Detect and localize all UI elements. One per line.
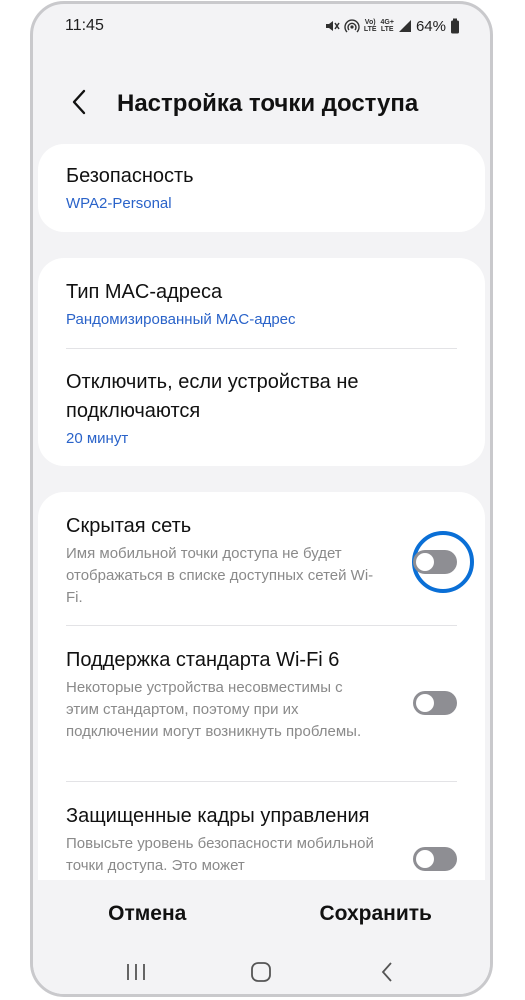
back-button[interactable] — [59, 84, 99, 124]
hidden-network-title: Скрытая сеть — [66, 515, 192, 537]
wifi6-setting[interactable]: Поддержка стандарта Wi-Fi 6 Некоторые ус… — [66, 646, 385, 743]
timeout-setting[interactable]: Отключить, если устройства не подключают… — [66, 368, 457, 450]
security-card: Безопасность WPA2-Personal — [38, 144, 485, 232]
pmf-toggle[interactable] — [413, 847, 457, 871]
divider — [66, 348, 457, 349]
hidden-network-description: Имя мобильной точки доступа не будет ото… — [66, 545, 374, 606]
back-nav-button[interactable] — [357, 954, 417, 994]
volte-icon: Vo) LTE — [363, 19, 377, 33]
phone-frame: 11:45 Vo) LTE 4G+ LTE 64% Настройка точк… — [30, 1, 493, 997]
pmf-description: Повысьте уровень безопасности мобильной … — [66, 835, 374, 874]
battery-percent: 64% — [415, 17, 446, 35]
header: Настройка точки доступа — [33, 76, 490, 132]
mac-type-setting[interactable]: Тип MAC-адреса Рандомизированный MAC-адр… — [66, 278, 457, 331]
page-title: Настройка точки доступа — [117, 90, 419, 117]
toggle-knob — [416, 694, 434, 712]
save-button[interactable]: Сохранить — [262, 888, 491, 940]
status-bar: 11:45 Vo) LTE 4G+ LTE 64% — [33, 4, 490, 48]
network-type-icon: 4G+ LTE — [380, 19, 394, 33]
pmf-setting[interactable]: Защищенные кадры управления Повысьте уро… — [66, 802, 385, 877]
home-icon — [250, 961, 272, 988]
status-time: 11:45 — [65, 17, 104, 34]
hidden-network-setting[interactable]: Скрытая сеть Имя мобильной точки доступа… — [66, 512, 385, 609]
divider — [66, 625, 457, 626]
mac-type-value: Рандомизированный MAC-адрес — [66, 311, 296, 328]
navigation-bar — [33, 949, 490, 994]
hidden-network-toggle[interactable] — [413, 550, 457, 574]
mute-icon — [324, 18, 340, 34]
chevron-left-icon — [70, 88, 88, 121]
recent-apps-icon — [125, 962, 147, 987]
options-card: Скрытая сеть Имя мобильной точки доступа… — [38, 492, 485, 912]
timeout-title: Отключить, если устройства не подключают… — [66, 371, 359, 422]
toggle-knob — [416, 553, 434, 571]
wifi6-toggle[interactable] — [413, 691, 457, 715]
timeout-value: 20 минут — [66, 430, 129, 447]
bottom-actions: Отмена Сохранить — [33, 888, 490, 940]
toggle-knob — [416, 850, 434, 868]
pmf-title: Защищенные кадры управления — [66, 805, 370, 827]
wifi6-title: Поддержка стандарта Wi-Fi 6 — [66, 649, 340, 671]
signal-icon — [398, 19, 412, 33]
network-card: Тип MAC-адреса Рандомизированный MAC-адр… — [38, 258, 485, 466]
security-value: WPA2-Personal — [66, 195, 172, 212]
status-icons: Vo) LTE 4G+ LTE 64% — [324, 18, 460, 35]
back-icon — [380, 961, 394, 988]
security-setting[interactable]: Безопасность WPA2-Personal — [66, 162, 457, 215]
mac-type-title: Тип MAC-адреса — [66, 281, 223, 303]
battery-icon — [450, 18, 460, 34]
hotspot-icon — [344, 18, 360, 34]
wifi6-description: Некоторые устройства несовместимы с этим… — [66, 679, 362, 740]
divider — [66, 781, 457, 782]
cancel-button[interactable]: Отмена — [33, 888, 262, 940]
security-title: Безопасность — [66, 165, 194, 187]
home-button[interactable] — [231, 954, 291, 994]
recent-apps-button[interactable] — [106, 954, 166, 994]
